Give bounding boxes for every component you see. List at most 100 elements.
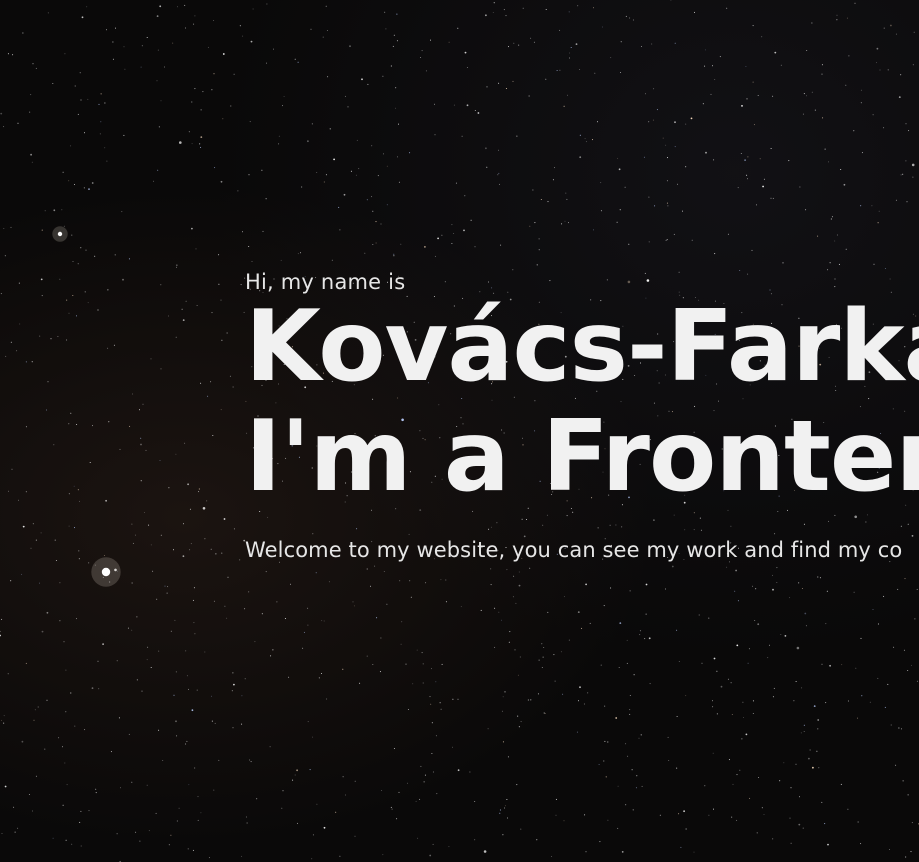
star xyxy=(400,643,402,645)
star xyxy=(464,195,466,197)
star xyxy=(499,809,501,811)
star xyxy=(545,78,547,80)
star xyxy=(409,580,411,582)
star xyxy=(136,679,138,681)
star xyxy=(382,75,384,77)
star xyxy=(713,657,716,660)
star xyxy=(731,714,733,715)
star xyxy=(250,40,253,43)
star xyxy=(10,580,12,582)
star xyxy=(160,100,162,102)
star xyxy=(399,580,401,582)
star xyxy=(676,629,678,631)
star xyxy=(175,671,177,673)
star xyxy=(218,759,220,761)
star xyxy=(887,69,889,71)
star xyxy=(502,696,504,698)
star xyxy=(181,308,183,310)
star xyxy=(123,46,125,48)
star xyxy=(164,585,166,587)
star xyxy=(898,727,900,729)
star xyxy=(464,51,467,54)
star xyxy=(0,634,1,637)
star xyxy=(562,693,564,695)
star xyxy=(845,248,847,250)
star xyxy=(829,664,831,667)
star xyxy=(453,233,455,234)
star xyxy=(194,15,196,17)
star xyxy=(385,28,387,30)
star xyxy=(242,231,243,233)
star xyxy=(80,810,82,812)
star xyxy=(184,4,186,6)
star xyxy=(744,159,746,162)
star xyxy=(605,776,607,778)
star xyxy=(227,576,229,578)
star xyxy=(372,210,374,212)
star xyxy=(300,252,301,254)
star xyxy=(213,20,215,21)
star xyxy=(561,223,563,225)
star xyxy=(463,229,465,232)
star xyxy=(654,205,656,207)
star xyxy=(323,826,326,829)
star xyxy=(86,6,88,8)
star xyxy=(848,55,850,57)
star xyxy=(141,690,143,692)
star xyxy=(829,262,831,264)
star xyxy=(714,79,716,80)
star xyxy=(790,842,792,844)
star xyxy=(265,571,267,573)
star xyxy=(370,585,371,587)
star xyxy=(509,631,511,633)
star xyxy=(507,817,508,819)
star xyxy=(784,635,787,637)
star xyxy=(564,220,566,222)
star xyxy=(65,839,67,841)
star xyxy=(516,784,518,786)
star xyxy=(202,91,204,93)
star xyxy=(821,73,823,75)
star xyxy=(431,668,432,670)
star xyxy=(566,198,568,200)
star xyxy=(146,784,148,786)
star xyxy=(486,86,488,88)
star xyxy=(46,699,48,701)
star xyxy=(779,780,781,782)
star xyxy=(249,121,251,123)
star xyxy=(751,249,753,251)
star xyxy=(683,810,685,813)
star xyxy=(239,559,241,561)
star xyxy=(185,743,187,745)
star xyxy=(581,627,583,629)
star xyxy=(175,720,177,723)
star xyxy=(281,807,283,809)
star xyxy=(395,87,397,89)
star xyxy=(554,167,555,169)
star xyxy=(705,151,707,154)
star xyxy=(135,831,137,833)
star xyxy=(156,80,158,82)
star xyxy=(338,206,340,208)
star xyxy=(693,851,695,853)
star xyxy=(424,774,426,776)
star xyxy=(103,555,105,556)
star xyxy=(120,787,121,789)
star xyxy=(202,507,206,510)
star xyxy=(232,386,234,388)
star xyxy=(487,728,489,730)
star xyxy=(610,57,612,59)
star xyxy=(175,336,177,338)
star xyxy=(186,740,188,742)
star xyxy=(603,760,605,762)
star xyxy=(68,493,70,495)
star xyxy=(690,117,693,120)
star xyxy=(518,726,520,728)
star xyxy=(94,255,96,257)
star xyxy=(212,435,214,436)
star xyxy=(416,649,418,651)
star xyxy=(282,790,284,792)
star xyxy=(716,670,718,672)
star xyxy=(44,210,46,212)
star xyxy=(3,715,5,717)
